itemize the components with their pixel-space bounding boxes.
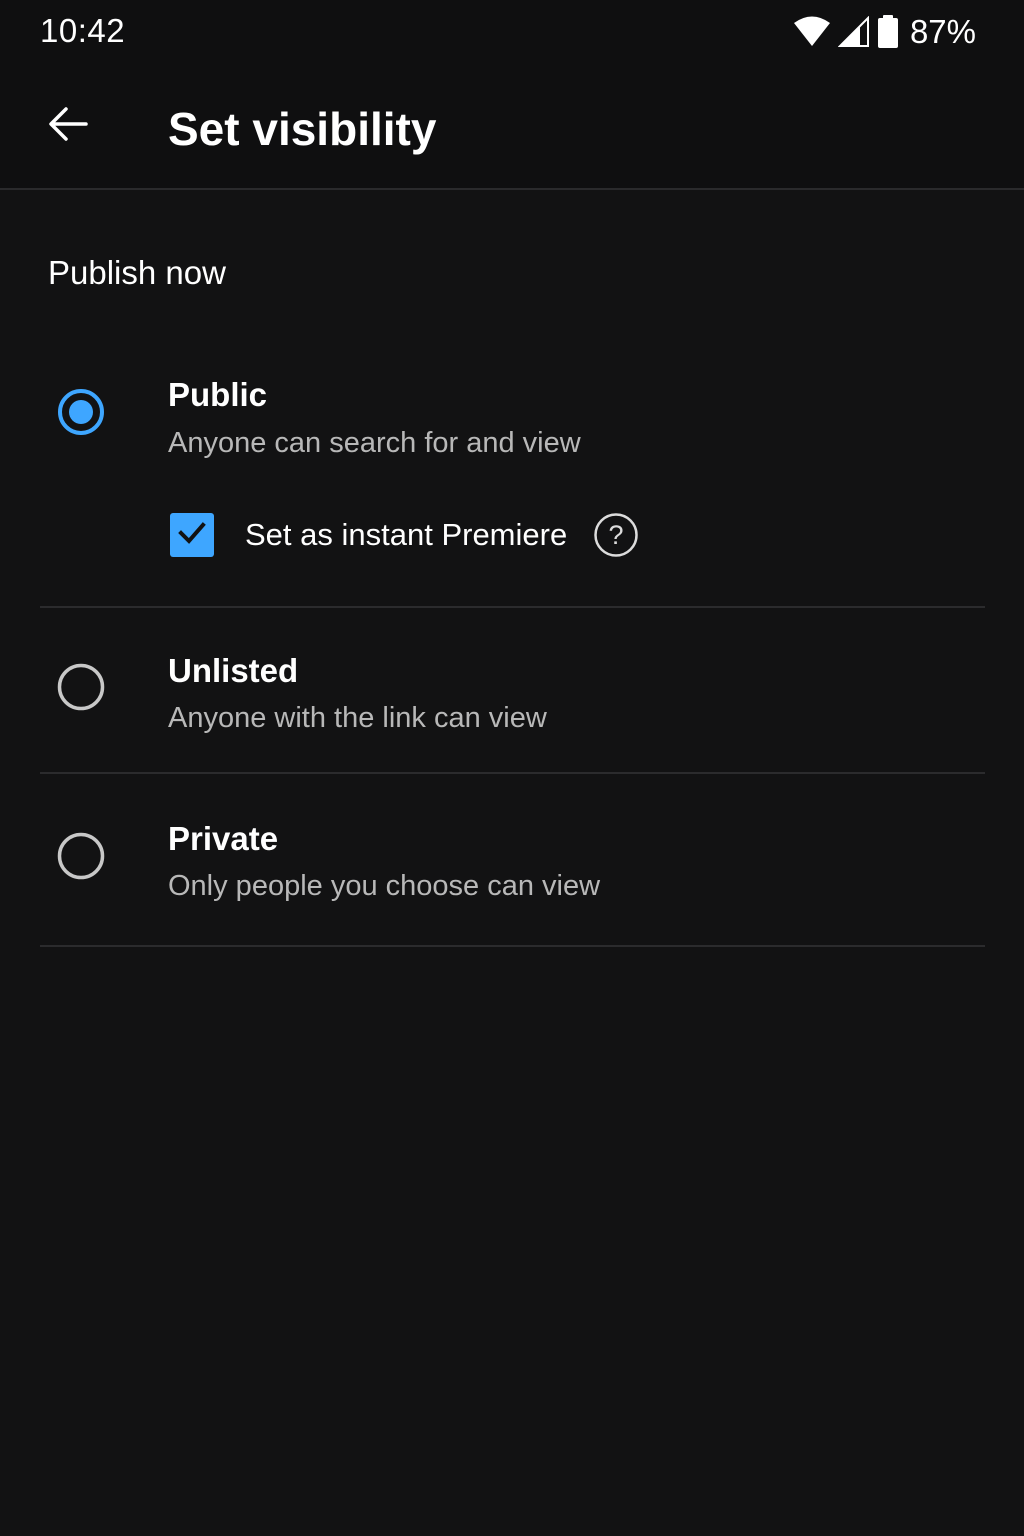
premiere-row: Set as instant Premiere ? <box>170 510 639 560</box>
premiere-checkbox[interactable] <box>170 513 214 557</box>
battery-percent: 87% <box>909 13 976 50</box>
premiere-label: Set as instant Premiere <box>245 517 568 552</box>
option-label: Unlisted <box>168 652 299 689</box>
option-description: Anyone with the link can view <box>168 702 547 734</box>
status-time: 10:42 <box>40 12 126 49</box>
status-icons: 87% <box>792 12 976 52</box>
wifi-icon <box>792 16 832 48</box>
help-circle-icon[interactable]: ? <box>593 512 639 558</box>
divider <box>40 945 985 947</box>
signal-icon <box>837 16 870 48</box>
back-button[interactable] <box>36 94 100 158</box>
status-bar: 10:42 87% <box>0 0 1024 64</box>
option-private[interactable]: Private Only people you choose can view <box>0 804 1024 914</box>
radio-unselected-icon[interactable] <box>57 663 105 711</box>
section-title: Publish now <box>48 254 226 291</box>
divider <box>40 606 985 608</box>
radio-selected-icon[interactable] <box>57 388 105 436</box>
app-bar: Set visibility <box>0 64 1024 190</box>
option-description: Anyone can search for and view <box>168 427 581 459</box>
option-label: Private <box>168 820 279 857</box>
checkmark-icon <box>176 517 208 554</box>
option-label: Public <box>168 376 268 413</box>
option-unlisted[interactable]: Unlisted Anyone with the link can view <box>0 636 1024 746</box>
option-public[interactable]: Public Anyone can search for and view <box>0 360 1024 470</box>
option-description: Only people you choose can view <box>168 870 601 902</box>
arrow-left-icon <box>46 102 90 151</box>
svg-text:?: ? <box>609 520 624 550</box>
divider <box>40 772 985 774</box>
battery-icon <box>876 15 900 49</box>
radio-unselected-icon[interactable] <box>57 832 105 880</box>
page-title: Set visibility <box>168 103 437 155</box>
